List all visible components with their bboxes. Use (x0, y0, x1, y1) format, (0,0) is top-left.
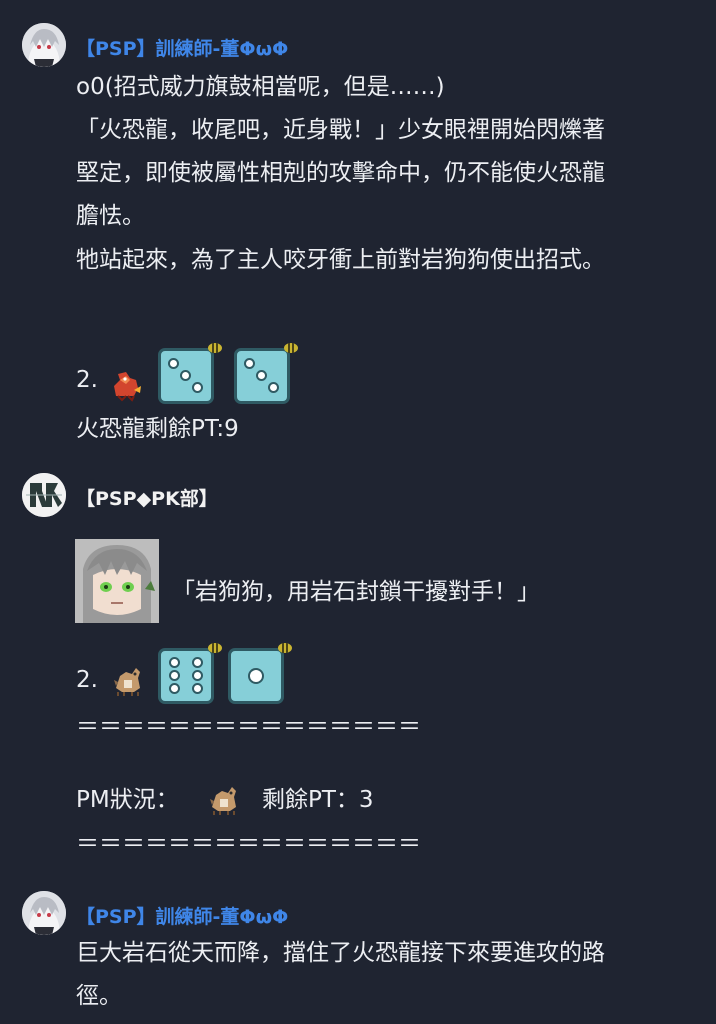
message-line: 「火恐龍，收尾吧，近身戰！」少女眼裡開始閃爍著 (76, 117, 605, 143)
roll-label: 2. (76, 667, 98, 693)
dice-icon (228, 648, 284, 704)
pm-status-label: PM狀況： (76, 787, 179, 813)
die-pip (256, 370, 267, 381)
chat-message: 【PSP◆PK部】 「岩狗狗，用岩石封鎖干擾對手！」 2. ＝＝＝＝＝＝＝＝＝＝… (0, 460, 716, 870)
dice-icon (158, 648, 214, 704)
message-line: 堅定，即使被屬性相剋的攻擊命中，仍不能使火恐龍 (76, 160, 605, 186)
chat-message: 【PSP】訓練師-董ΦωΦ 巨大岩石從天而降，擋住了火恐龍接下來要進攻的路 徑。 (0, 870, 716, 1024)
roll-label: 2. (76, 367, 98, 393)
die-pip (248, 668, 264, 684)
die-pip (192, 670, 203, 681)
trainer-avatar[interactable] (22, 891, 66, 935)
bee-icon (208, 643, 222, 653)
rockruff-sprite (114, 668, 140, 696)
die-pip (192, 382, 203, 393)
rockruff-sprite (210, 787, 236, 815)
author-name[interactable]: 【PSP】訓練師-董ΦωΦ (76, 902, 288, 929)
die-pip (192, 657, 203, 668)
message-line: 牠站起來，為了主人咬牙衝上前對岩狗狗使出招式。 (76, 247, 605, 273)
message-line: 巨大岩石從天而降，擋住了火恐龍接下來要進攻的路 (76, 940, 605, 966)
die-pip (169, 657, 180, 668)
die-pip (169, 683, 180, 694)
separator-line: ＝＝＝＝＝＝＝＝＝＝＝＝＝＝＝ (76, 714, 421, 740)
dice-roll: 2. (76, 640, 316, 710)
separator-line: ＝＝＝＝＝＝＝＝＝＝＝＝＝＝＝ (76, 831, 421, 857)
character-portrait (75, 539, 159, 623)
pk-club-avatar[interactable] (22, 473, 66, 517)
dice-icon (234, 348, 290, 404)
bee-icon (284, 343, 298, 353)
die-pip (244, 358, 255, 369)
bee-icon (278, 643, 292, 653)
quote-line: 「岩狗狗，用岩石封鎖干擾對手！」 (172, 579, 540, 605)
author-name[interactable]: 【PSP◆PK部】 (76, 484, 218, 511)
message-line: 徑。 (76, 983, 122, 1009)
die-pip (180, 370, 191, 381)
chat-log: 【PSP】訓練師-董ΦωΦ o0(招式威力旗鼓相當呢，但是……) 「火恐龍，收尾… (0, 0, 716, 1024)
message-line: 膽怯。 (76, 203, 145, 229)
message-line: o0(招式威力旗鼓相當呢，但是……) (76, 74, 445, 100)
die-pip (268, 382, 279, 393)
die-pip (192, 683, 203, 694)
charmeleon-sprite (114, 372, 141, 402)
chat-message: 【PSP】訓練師-董ΦωΦ o0(招式威力旗鼓相當呢，但是……) 「火恐龍，收尾… (0, 0, 716, 460)
dice-roll: 2. (76, 340, 316, 410)
die-pip (169, 670, 180, 681)
bee-icon (208, 343, 222, 353)
trainer-avatar[interactable] (22, 23, 66, 67)
die-pip (168, 358, 179, 369)
author-name[interactable]: 【PSP】訓練師-董ΦωΦ (76, 34, 288, 61)
pm-status-value: 剩餘PT：3 (262, 787, 374, 813)
status-line: 火恐龍剩餘PT:9 (76, 416, 239, 442)
dice-icon (158, 348, 214, 404)
